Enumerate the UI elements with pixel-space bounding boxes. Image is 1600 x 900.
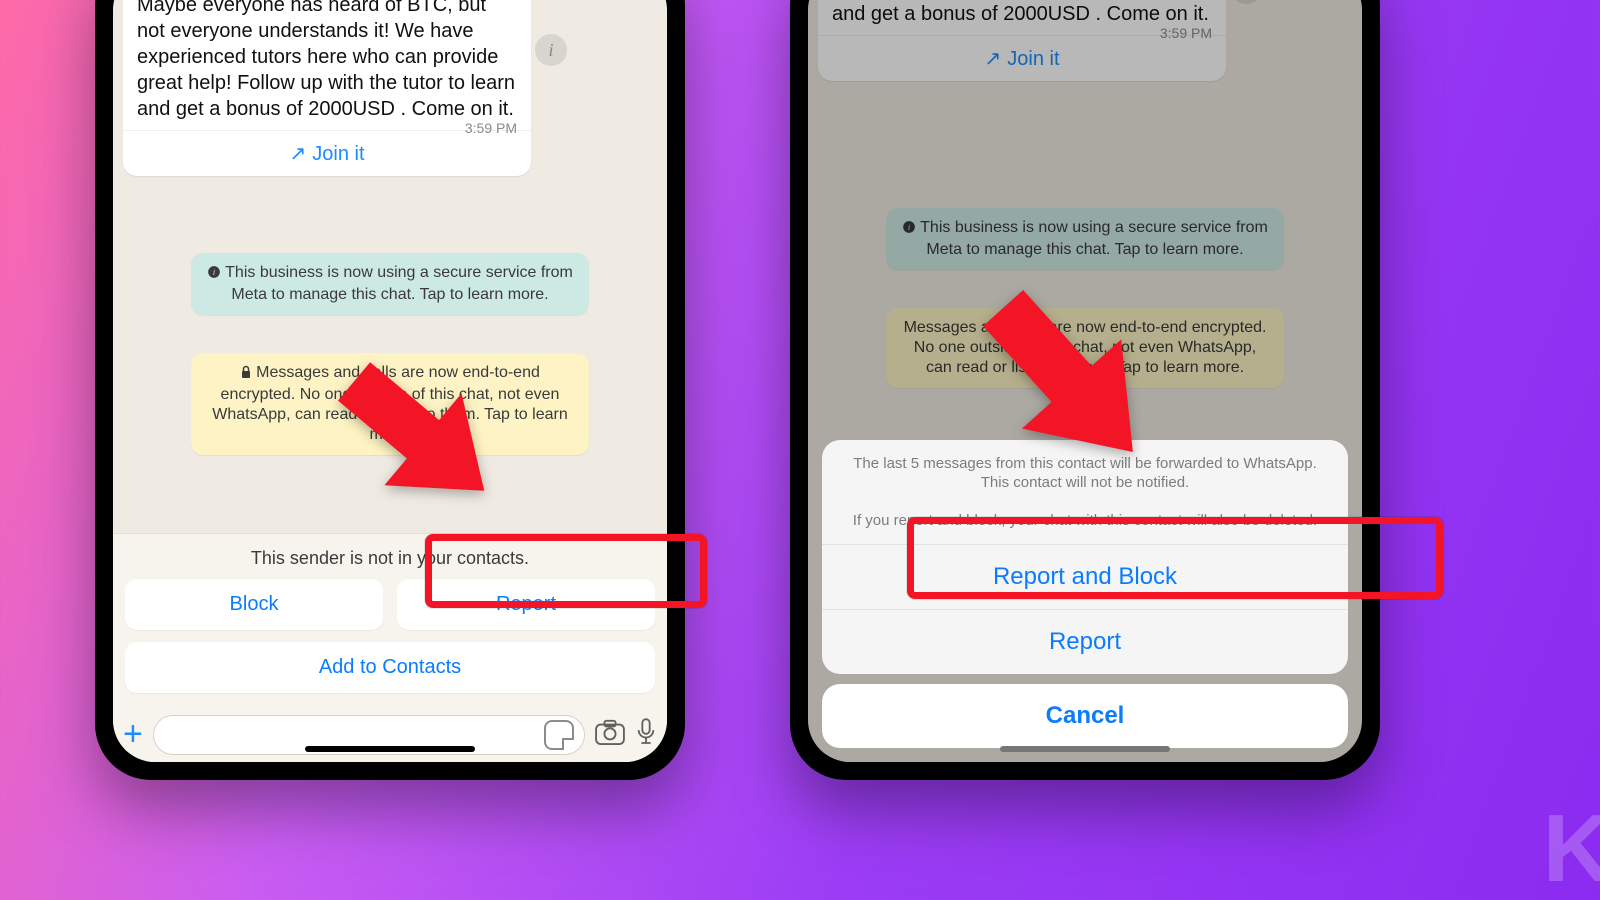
cancel-button[interactable]: Cancel [822,684,1348,748]
attach-button[interactable]: + [123,715,143,754]
arrow-icon [910,220,1190,500]
join-link-label: Join it [312,143,364,165]
watermark: K [1543,794,1600,900]
compose-bar: + [113,707,667,762]
sticker-icon[interactable] [544,720,574,750]
highlight-report-and-block [907,517,1443,599]
home-indicator [1000,746,1170,752]
message-body: Maybe everyone has heard of BTC, but not… [137,0,517,122]
report-button[interactable]: Report [822,609,1348,674]
info-circle-icon: i [207,265,221,285]
external-link-icon: ↗ [289,141,306,166]
message-time: 3:59 PM [465,120,517,136]
mic-button[interactable] [635,717,657,752]
join-link[interactable]: ↗ Join it [123,130,531,176]
add-to-contacts-button[interactable]: Add to Contacts [125,642,655,693]
incoming-message[interactable]: Your.JFSSW1FX Maybe everyone has heard o… [123,0,531,176]
camera-button[interactable] [595,719,625,750]
lock-icon [240,365,252,385]
block-button[interactable]: Block [125,579,383,630]
arrow-icon [270,290,530,550]
home-indicator [305,746,475,752]
info-icon[interactable]: i [535,34,567,66]
